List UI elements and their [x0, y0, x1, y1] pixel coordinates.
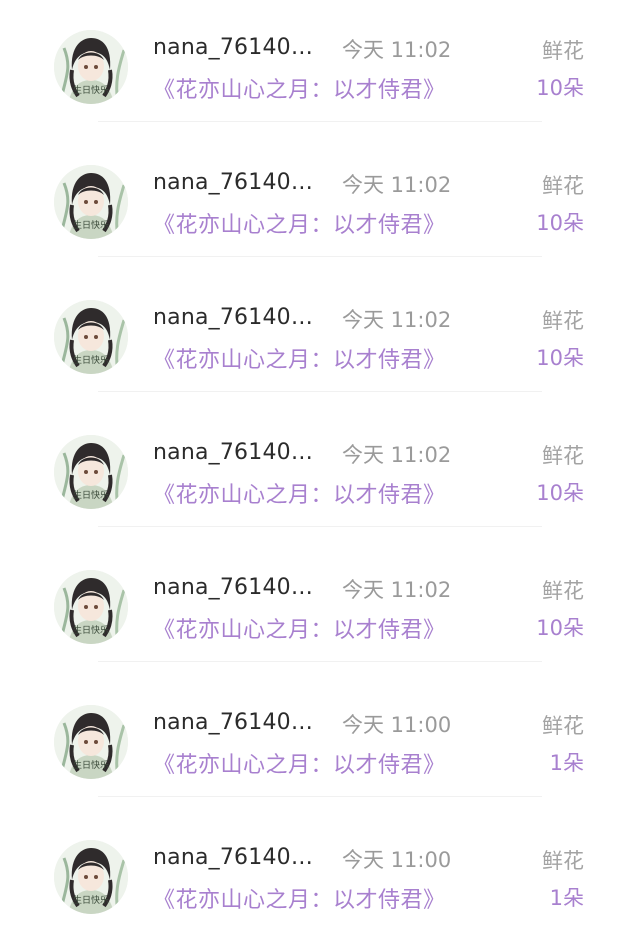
divider	[98, 121, 542, 122]
divider	[98, 661, 542, 662]
book-title-link[interactable]: 《花亦山心之月：以才侍君》	[153, 207, 446, 239]
avatar[interactable]: 生日快乐	[54, 30, 128, 104]
avatar-illustration-icon: 生日快乐	[54, 840, 128, 914]
avatar[interactable]: 生日快乐	[54, 705, 128, 779]
username[interactable]: nana_761406...	[153, 35, 318, 60]
username[interactable]: nana_761406...	[153, 575, 318, 600]
gift-count: 1朵	[549, 751, 584, 775]
timestamp: 今天 11:00	[342, 848, 452, 872]
gift-type: 鲜花	[542, 444, 584, 468]
list-item[interactable]: 生日快乐 nana_761406... 今天 11:00 鲜花 《花亦山心之月：…	[0, 675, 640, 810]
gift-record-list: 生日快乐 nana_761406... 今天 11:02 鲜花 《花亦山心之月：…	[0, 0, 640, 945]
divider	[98, 391, 542, 392]
timestamp: 今天 11:02	[342, 38, 452, 62]
username[interactable]: nana_761406...	[153, 305, 318, 330]
divider	[98, 526, 542, 527]
divider	[98, 256, 542, 257]
avatar-text: 生日快乐	[73, 624, 109, 636]
avatar[interactable]: 生日快乐	[54, 840, 128, 914]
timestamp: 今天 11:02	[342, 443, 452, 467]
gift-type: 鲜花	[542, 174, 584, 198]
list-item[interactable]: 生日快乐 nana_761406... 今天 11:02 鲜花 《花亦山心之月：…	[0, 405, 640, 540]
avatar[interactable]: 生日快乐	[54, 300, 128, 374]
avatar-illustration-icon: 生日快乐	[54, 30, 128, 104]
gift-type: 鲜花	[542, 714, 584, 738]
avatar-text: 生日快乐	[73, 759, 109, 771]
avatar-text: 生日快乐	[73, 219, 109, 231]
gift-count: 10朵	[536, 481, 584, 505]
gift-count: 10朵	[536, 211, 584, 235]
book-title-link[interactable]: 《花亦山心之月：以才侍君》	[153, 882, 446, 914]
list-item[interactable]: 生日快乐 nana_761406... 今天 11:02 鲜花 《花亦山心之月：…	[0, 270, 640, 405]
avatar-text: 生日快乐	[73, 894, 109, 906]
book-title-link[interactable]: 《花亦山心之月：以才侍君》	[153, 342, 446, 374]
gift-count: 10朵	[536, 616, 584, 640]
username[interactable]: nana_761406...	[153, 170, 318, 195]
list-item[interactable]: 生日快乐 nana_761406... 今天 11:02 鲜花 《花亦山心之月：…	[0, 0, 640, 135]
timestamp: 今天 11:00	[342, 713, 452, 737]
avatar-illustration-icon: 生日快乐	[54, 570, 128, 644]
book-title-link[interactable]: 《花亦山心之月：以才侍君》	[153, 747, 446, 779]
gift-type: 鲜花	[542, 579, 584, 603]
gift-count: 10朵	[536, 76, 584, 100]
username[interactable]: nana_761406...	[153, 710, 318, 735]
list-item[interactable]: 生日快乐 nana_761406... 今天 11:00 鲜花 《花亦山心之月：…	[0, 810, 640, 945]
avatar[interactable]: 生日快乐	[54, 435, 128, 509]
divider	[98, 796, 542, 797]
avatar-illustration-icon: 生日快乐	[54, 165, 128, 239]
gift-type: 鲜花	[542, 309, 584, 333]
book-title-link[interactable]: 《花亦山心之月：以才侍君》	[153, 477, 446, 509]
timestamp: 今天 11:02	[342, 578, 452, 602]
avatar-text: 生日快乐	[73, 354, 109, 366]
list-item[interactable]: 生日快乐 nana_761406... 今天 11:02 鲜花 《花亦山心之月：…	[0, 540, 640, 675]
list-item[interactable]: 生日快乐 nana_761406... 今天 11:02 鲜花 《花亦山心之月：…	[0, 135, 640, 270]
username[interactable]: nana_761406...	[153, 845, 318, 870]
gift-type: 鲜花	[542, 39, 584, 63]
avatar[interactable]: 生日快乐	[54, 165, 128, 239]
gift-count: 10朵	[536, 346, 584, 370]
book-title-link[interactable]: 《花亦山心之月：以才侍君》	[153, 612, 446, 644]
gift-count: 1朵	[549, 886, 584, 910]
timestamp: 今天 11:02	[342, 173, 452, 197]
avatar-illustration-icon: 生日快乐	[54, 705, 128, 779]
gift-type: 鲜花	[542, 849, 584, 873]
avatar-illustration-icon: 生日快乐	[54, 435, 128, 509]
timestamp: 今天 11:02	[342, 308, 452, 332]
avatar[interactable]: 生日快乐	[54, 570, 128, 644]
username[interactable]: nana_761406...	[153, 440, 318, 465]
avatar-text: 生日快乐	[73, 84, 109, 96]
avatar-illustration-icon: 生日快乐	[54, 300, 128, 374]
book-title-link[interactable]: 《花亦山心之月：以才侍君》	[153, 72, 446, 104]
avatar-text: 生日快乐	[73, 489, 109, 501]
